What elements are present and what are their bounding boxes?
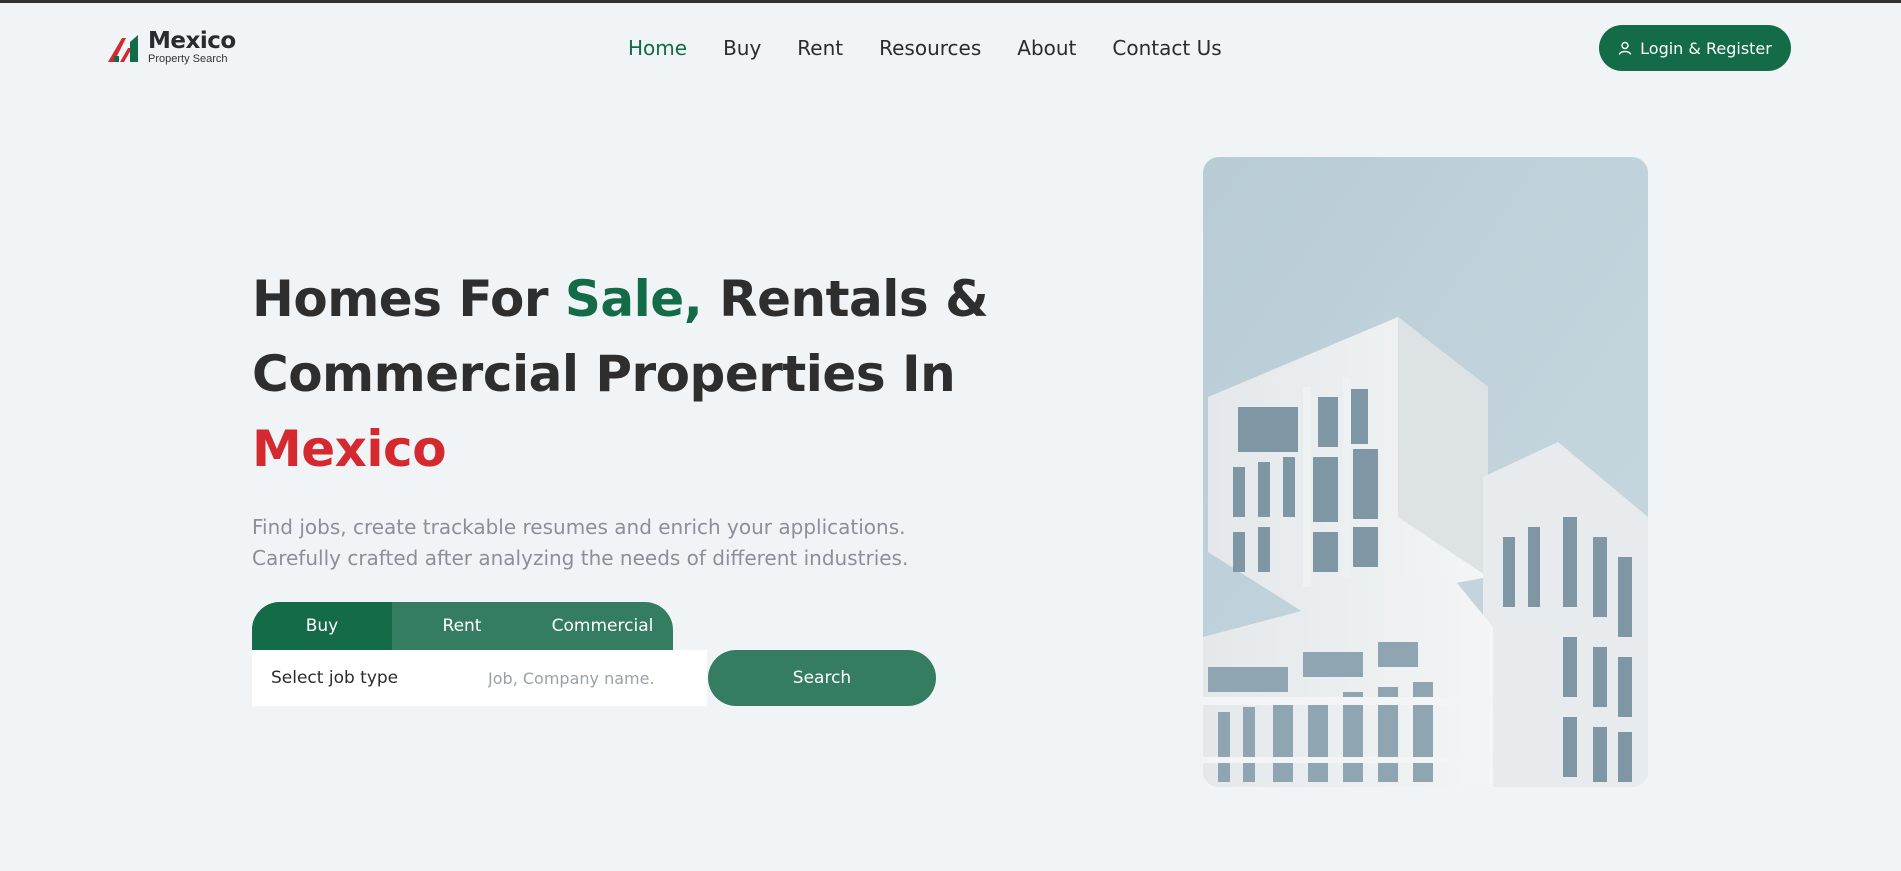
nav-contact-us[interactable]: Contact Us (1112, 36, 1221, 60)
nav-buy[interactable]: Buy (723, 36, 761, 60)
search-tabs: Buy Rent Commercial (252, 602, 673, 650)
job-type-select[interactable]: Select job type (252, 668, 470, 688)
main-nav: Home Buy Rent Resources About Contact Us (628, 36, 1222, 60)
login-register-label: Login & Register (1640, 38, 1772, 58)
logo-title: Mexico (148, 28, 236, 54)
search-box: Select job type (252, 650, 707, 706)
hero-description-line2: Carefully crafted after analyzing the ne… (252, 546, 909, 570)
nav-about[interactable]: About (1017, 36, 1076, 60)
user-icon (1618, 41, 1632, 55)
hero-description: Find jobs, create trackable resumes and … (252, 512, 972, 574)
house-roof-logo-icon (108, 34, 138, 62)
site-logo[interactable]: Mexico Property Search (108, 30, 236, 65)
search-button[interactable]: Search (708, 650, 936, 706)
top-border (0, 0, 1901, 3)
hero-title: Homes For Sale, Rentals & Commercial Pro… (252, 262, 992, 487)
tab-rent[interactable]: Rent (392, 602, 532, 650)
logo-subtitle: Property Search (148, 53, 228, 65)
hero-description-line1: Find jobs, create trackable resumes and … (252, 515, 906, 539)
hero-title-sale: Sale, (564, 270, 703, 328)
modern-building-photo (1203, 157, 1648, 787)
hero-title-mexico: Mexico (252, 420, 447, 478)
nav-home[interactable]: Home (628, 36, 687, 60)
hero-title-part1: Homes For (252, 270, 565, 328)
search-input[interactable] (470, 658, 707, 698)
tab-commercial[interactable]: Commercial (532, 602, 673, 650)
tab-buy[interactable]: Buy (252, 602, 392, 650)
nav-resources[interactable]: Resources (879, 36, 981, 60)
nav-rent[interactable]: Rent (797, 36, 843, 60)
login-register-button[interactable]: Login & Register (1599, 25, 1791, 71)
